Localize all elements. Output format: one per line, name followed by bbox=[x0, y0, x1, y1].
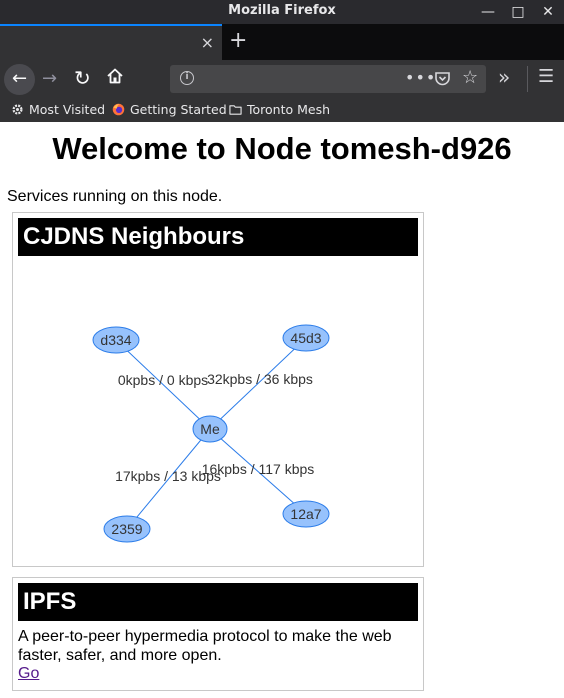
bookmarks-toolbar: Most Visited Getting Started Toronto Mes… bbox=[0, 98, 564, 122]
active-tab[interactable]: × bbox=[0, 24, 222, 60]
node-label: Me bbox=[200, 421, 220, 437]
navigation-toolbar: ← → ↻ i ••• ☆ » ☰ bbox=[0, 60, 564, 98]
ipfs-description: A peer-to-peer hypermedia protocol to ma… bbox=[18, 628, 392, 664]
cjdns-panel-title: CJDNS Neighbours bbox=[18, 218, 418, 256]
node-label: 2359 bbox=[111, 521, 142, 537]
forward-button[interactable]: → bbox=[42, 68, 57, 89]
overflow-menu-button[interactable]: » bbox=[498, 65, 510, 89]
cjdns-panel: CJDNS Neighbours 0kpbs / 0 kbps 32kpbs /… bbox=[12, 212, 424, 567]
intro-text: Services running on this node. bbox=[7, 188, 223, 205]
node-label: 45d3 bbox=[290, 330, 321, 346]
bookmark-getting-started[interactable]: Getting Started bbox=[112, 102, 227, 117]
ipfs-go-link[interactable]: Go bbox=[18, 665, 39, 683]
page-content: Welcome to Node tomesh-d926 Services run… bbox=[0, 122, 564, 698]
bookmark-star-button[interactable]: ☆ bbox=[462, 67, 478, 88]
graph-node-me[interactable]: Me bbox=[192, 415, 228, 443]
url-bar[interactable]: i ••• ☆ bbox=[170, 65, 486, 93]
maximize-button[interactable]: □ bbox=[508, 2, 528, 22]
bookmark-label: Most Visited bbox=[29, 102, 106, 117]
hamburger-menu-button[interactable]: ☰ bbox=[538, 66, 554, 87]
pocket-icon bbox=[435, 72, 450, 86]
site-info-icon[interactable]: i bbox=[180, 71, 194, 85]
tab-strip: × + bbox=[0, 24, 564, 60]
back-arrow-icon: ← bbox=[11, 68, 28, 89]
home-button[interactable] bbox=[106, 67, 124, 89]
graph-node-12a7[interactable]: 12a7 bbox=[282, 500, 330, 528]
edge-label-d334: 0kpbs / 0 kbps bbox=[118, 372, 208, 388]
page-title: Welcome to Node tomesh-d926 bbox=[52, 131, 512, 166]
gear-icon bbox=[12, 104, 23, 115]
tab-close-button[interactable]: × bbox=[201, 33, 214, 52]
graph-node-d334[interactable]: d334 bbox=[92, 326, 140, 354]
home-icon bbox=[107, 68, 123, 84]
firefox-icon bbox=[112, 103, 125, 116]
pocket-button[interactable] bbox=[434, 70, 451, 91]
cjdns-neighbour-graph[interactable]: 0kpbs / 0 kbps 32kpbs / 36 kbps 17kpbs /… bbox=[13, 258, 423, 566]
minimize-button[interactable]: — bbox=[478, 2, 498, 22]
bookmark-most-visited[interactable]: Most Visited bbox=[11, 102, 105, 117]
page-actions-icon[interactable]: ••• bbox=[405, 68, 436, 87]
node-label: 12a7 bbox=[290, 506, 321, 522]
node-label: d334 bbox=[100, 332, 131, 348]
window-titlebar: Mozilla Firefox — □ ✕ bbox=[0, 0, 564, 24]
edge-label-45d3: 32kpbs / 36 kbps bbox=[207, 371, 313, 387]
toolbar-divider bbox=[527, 66, 528, 92]
new-tab-button[interactable]: + bbox=[229, 28, 247, 54]
graph-node-45d3[interactable]: 45d3 bbox=[282, 324, 330, 352]
bookmark-folder-toronto-mesh[interactable]: Toronto Mesh bbox=[229, 102, 330, 117]
ipfs-panel: IPFS A peer-to-peer hypermedia protocol … bbox=[12, 577, 424, 691]
bookmark-label: Getting Started bbox=[130, 102, 227, 117]
ipfs-panel-title: IPFS bbox=[18, 583, 418, 621]
bookmark-label: Toronto Mesh bbox=[247, 102, 331, 117]
folder-icon bbox=[229, 105, 242, 115]
edge-label-12a7: 16kpbs / 117 kbps bbox=[202, 461, 315, 477]
back-button[interactable]: ← bbox=[4, 64, 35, 95]
reload-button[interactable]: ↻ bbox=[74, 66, 91, 90]
graph-node-2359[interactable]: 2359 bbox=[103, 515, 151, 543]
close-window-button[interactable]: ✕ bbox=[538, 2, 558, 22]
